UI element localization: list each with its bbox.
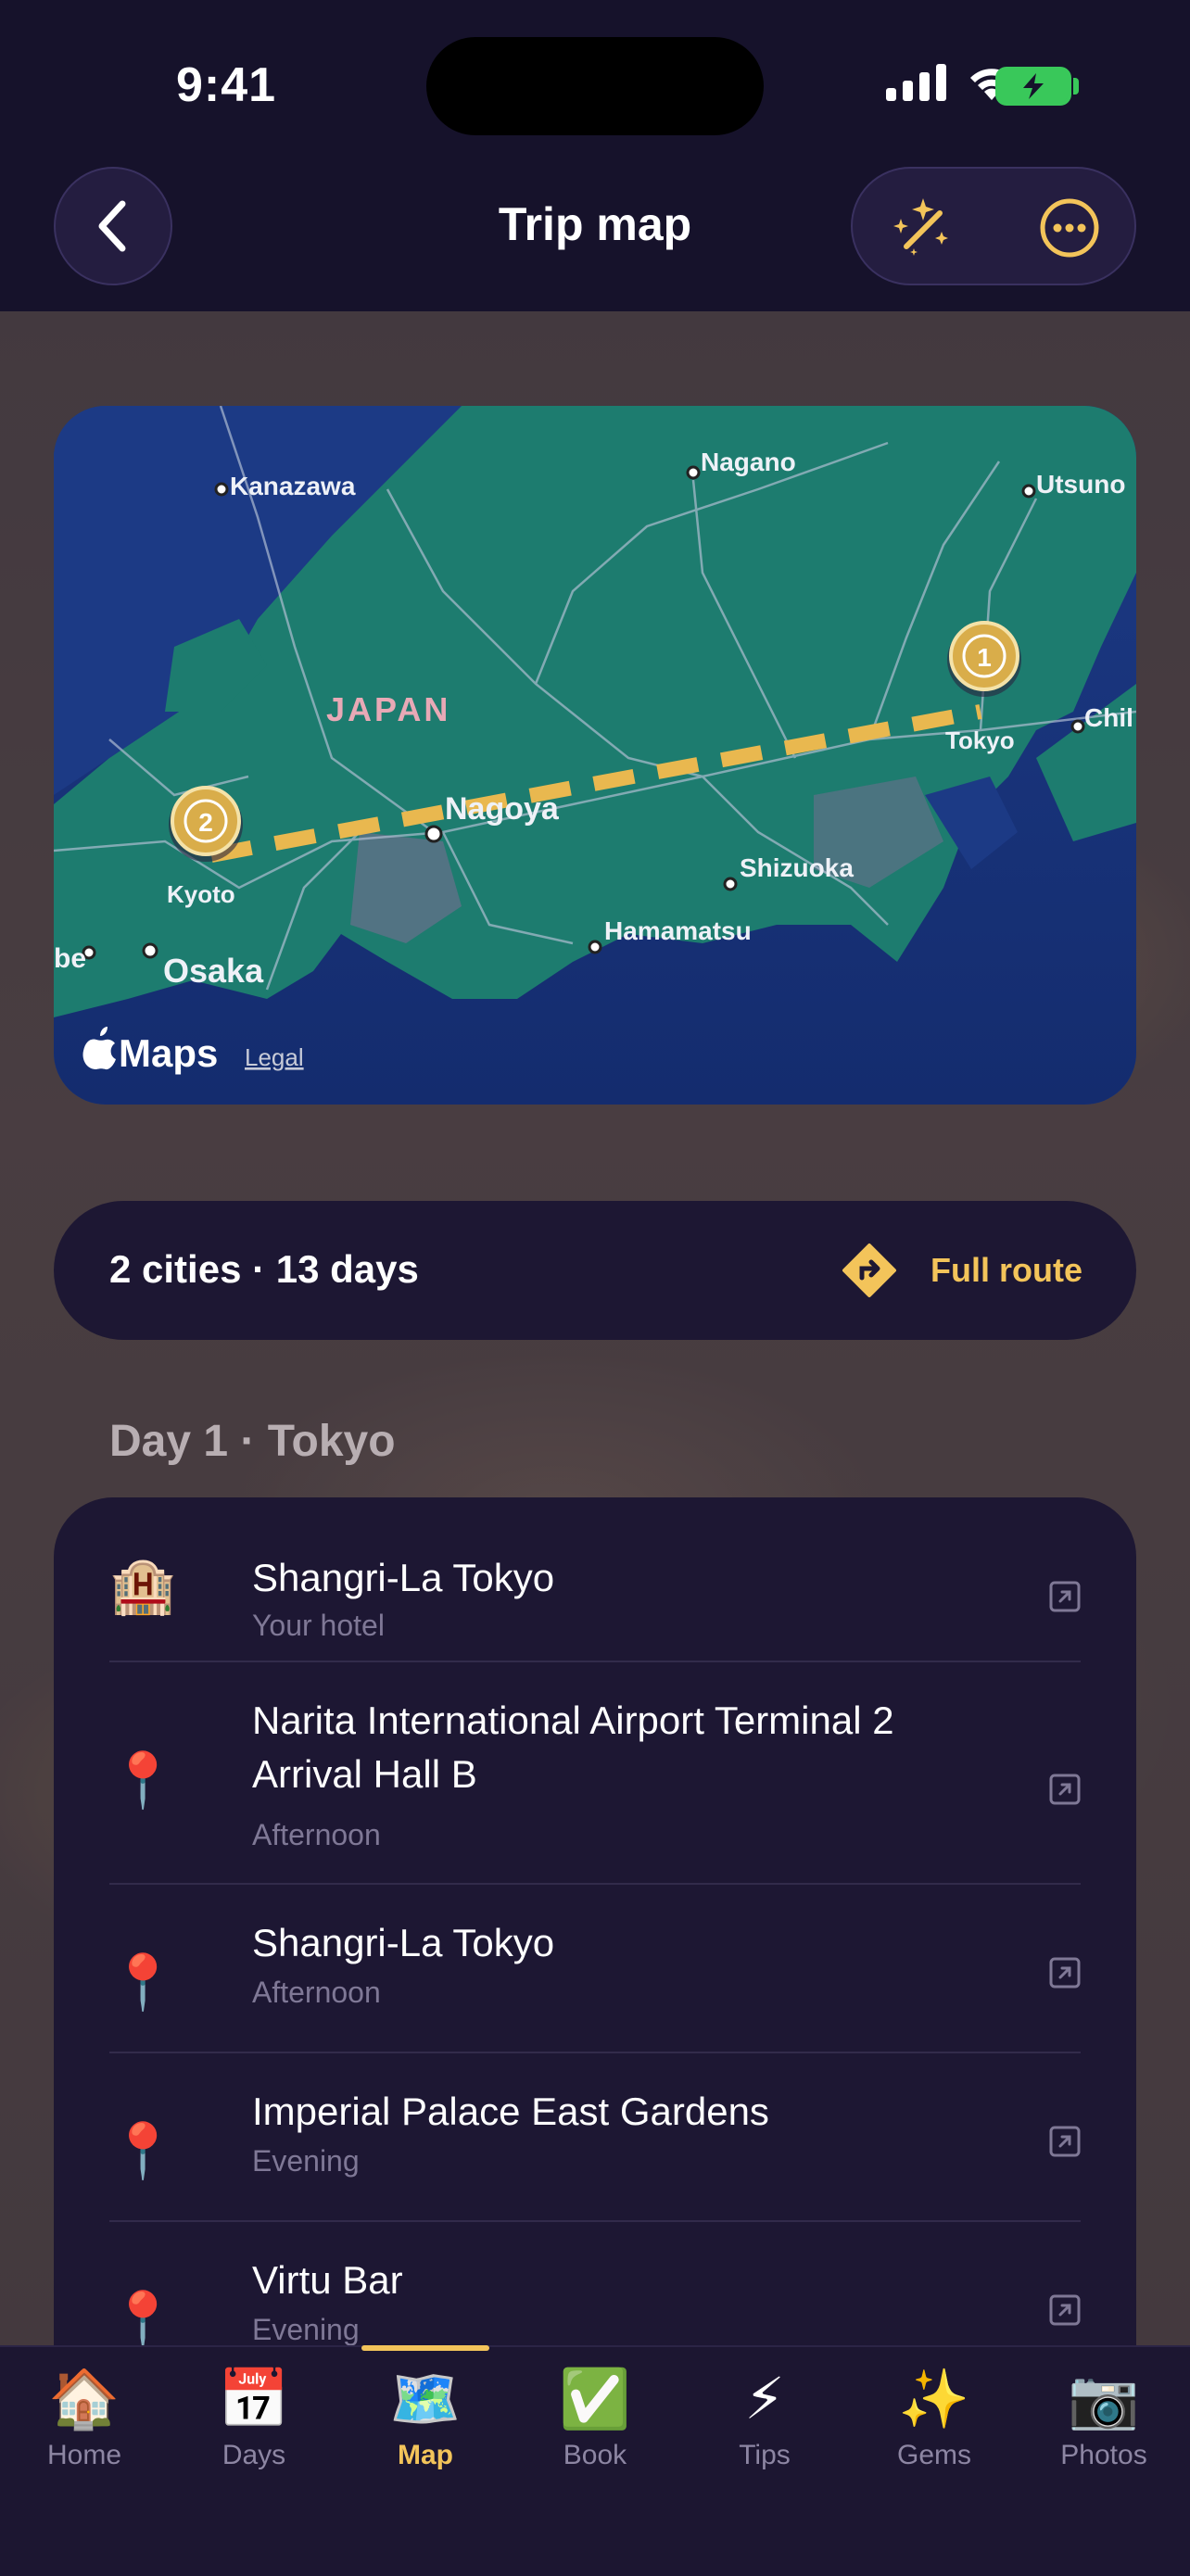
map-marker-kyoto[interactable]: 2 — [169, 786, 243, 862]
item-name: Narita International Airport Terminal 2 … — [252, 1698, 894, 1796]
item-name: Virtu Bar — [252, 2258, 403, 2302]
tab-book[interactable]: ✅ Book — [530, 2366, 660, 2471]
camera-icon: 📷 — [1068, 2368, 1140, 2431]
map-label-nagoya: Nagoya — [445, 791, 560, 827]
map-label-osaka: Osaka — [163, 952, 264, 990]
active-tab-indicator — [361, 2345, 489, 2351]
tab-bar: 🏠 Home 📅 Days 🗺️ Map ✅ Book ⚡ Tips ✨ Gem… — [0, 2345, 1190, 2576]
tab-label: Home — [46, 2440, 122, 2470]
battery-nub — [1073, 78, 1079, 95]
map-label-nagano: Nagano — [701, 448, 796, 476]
divider — [109, 2220, 1081, 2222]
map-label-chiba: Chil — [1084, 703, 1133, 732]
maps-attribution: Maps — [119, 1031, 218, 1075]
item-subtitle: Evening — [252, 2144, 360, 2178]
trip-summary: 2 cities · 13 days Full route — [54, 1201, 1136, 1340]
map-marker-tokyo[interactable]: 1 — [947, 621, 1021, 697]
tab-tips[interactable]: ⚡ Tips — [700, 2366, 829, 2471]
tab-label: Photos — [1060, 2440, 1147, 2470]
battery-icon — [995, 67, 1071, 106]
map-label-kanazawa: Kanazawa — [230, 472, 356, 500]
map-label-shizuoka: Shizuoka — [740, 853, 854, 882]
top-bar: 9:41 Trip map — [0, 0, 1190, 311]
list-item[interactable]: 🏨 Shangri-La Tokyo Your hotel — [109, 1534, 1081, 1655]
status-time: 9:41 — [176, 58, 277, 112]
calendar-icon: 📅 — [218, 2368, 290, 2431]
pin-icon: 📍 — [109, 1952, 177, 2013]
sparkles-icon: ✨ — [898, 2368, 970, 2431]
item-subtitle: Afternoon — [252, 1818, 381, 1851]
home-icon: 🏠 — [48, 2368, 120, 2431]
map-label-hamamatsu: Hamamatsu — [604, 916, 752, 945]
tab-label: Book — [563, 2440, 627, 2470]
tab-home[interactable]: 🏠 Home — [19, 2366, 149, 2471]
list-item[interactable]: 📍 Narita International Airport Terminal … — [109, 1694, 1081, 1879]
magic-wand-icon[interactable] — [886, 191, 960, 265]
full-route-label: Full route — [930, 1251, 1082, 1289]
svg-text:2: 2 — [198, 808, 213, 837]
svg-text:1: 1 — [977, 643, 992, 672]
pin-icon: 📍 — [109, 2290, 177, 2350]
lightning-icon: ⚡ — [744, 2368, 785, 2431]
tab-label: Map — [398, 2440, 453, 2470]
divider — [109, 1661, 1081, 1662]
item-subtitle: Evening — [252, 2313, 360, 2346]
cellular-signal-icon — [886, 64, 946, 101]
external-link-icon[interactable] — [1049, 1581, 1081, 1612]
list-item[interactable]: 📍 Shangri-La Tokyo Afternoon — [109, 1916, 1081, 2037]
item-name: Shangri-La Tokyo — [252, 1556, 555, 1599]
map-label-kobe: be — [54, 943, 86, 974]
trip-summary-text: 2 cities · 13 days — [109, 1247, 419, 1291]
external-link-icon[interactable] — [1049, 2294, 1081, 2326]
item-name: Imperial Palace East Gardens — [252, 2090, 769, 2133]
legal-link[interactable]: Legal — [245, 1043, 304, 1071]
trip-map[interactable]: Kanazawa Nagano Utsuno JAPAN Chil Tokyo … — [54, 406, 1136, 1105]
tab-gems[interactable]: ✨ Gems — [869, 2366, 999, 2471]
tab-photos[interactable]: 📷 Photos — [1039, 2366, 1169, 2471]
day-heading: Day 1 · Tokyo — [109, 1417, 396, 1466]
divider — [109, 1883, 1081, 1885]
map-label-utsunomiya: Utsuno — [1036, 470, 1125, 499]
hotel-icon: 🏨 — [109, 1556, 177, 1616]
map-icon: 🗺️ — [389, 2368, 462, 2431]
item-subtitle: Afternoon — [252, 1976, 381, 2009]
tab-label: Gems — [896, 2440, 971, 2470]
pin-icon: 📍 — [109, 1750, 177, 1811]
external-link-icon[interactable] — [1049, 2126, 1081, 2157]
divider — [109, 2052, 1081, 2053]
tab-map[interactable]: 🗺️ Map — [361, 2366, 490, 2471]
item-subtitle: Your hotel — [252, 1609, 385, 1642]
item-name: Shangri-La Tokyo — [252, 1921, 555, 1964]
map-label-japan: JAPAN — [326, 690, 450, 728]
header-actions — [851, 167, 1136, 285]
external-link-icon[interactable] — [1049, 1957, 1081, 1989]
more-options-icon[interactable] — [1038, 196, 1101, 259]
itinerary-list: 🏨 Shangri-La Tokyo Your hotel 📍 Narita I… — [54, 1497, 1136, 2424]
map-label-kyoto: Kyoto — [167, 880, 235, 908]
tab-label: Tips — [739, 2440, 791, 2470]
map-label-tokyo: Tokyo — [945, 726, 1015, 754]
dynamic-island — [426, 37, 764, 135]
list-item[interactable]: 📍 Imperial Palace East Gardens Evening — [109, 2085, 1081, 2205]
full-route-button[interactable]: Full route — [842, 1234, 1082, 1307]
tab-label: Days — [222, 2440, 286, 2470]
pin-icon: 📍 — [109, 2121, 177, 2181]
directions-icon — [842, 1244, 896, 1297]
external-link-icon[interactable] — [1049, 1774, 1081, 1805]
checkmark-icon: ✅ — [559, 2368, 631, 2431]
tab-days[interactable]: 📅 Days — [189, 2366, 319, 2471]
